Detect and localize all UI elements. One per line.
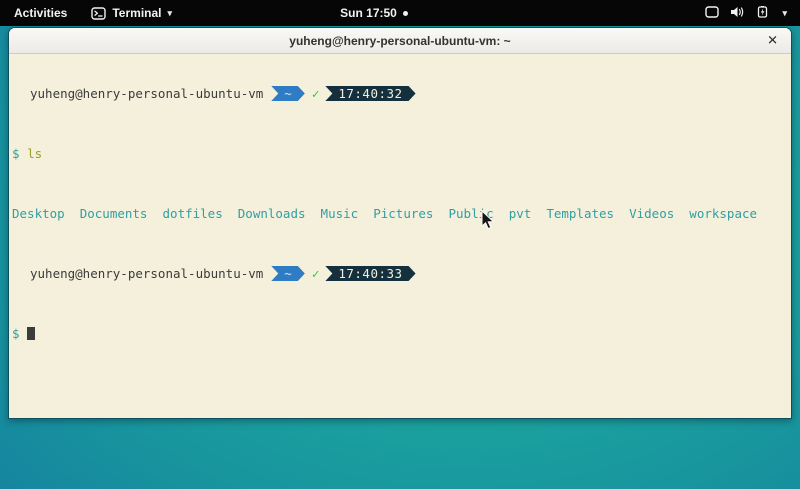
typed-command: ls: [27, 146, 42, 161]
chevron-down-icon: ▾: [782, 9, 787, 18]
app-menu-terminal[interactable]: Terminal ▾: [81, 0, 182, 26]
prompt-time-segment: 17:40:32: [325, 86, 415, 101]
prompt-line: yuheng@henry-personal-ubuntu-vm ~ ✓ 17:4…: [12, 86, 788, 101]
prompt-cwd-segment: ~: [271, 86, 305, 101]
activities-button[interactable]: Activities: [0, 0, 81, 26]
active-command-line: $: [12, 326, 788, 341]
terminal-cursor: [27, 327, 35, 340]
app-menu-label: Terminal: [112, 6, 161, 20]
prompt-symbol: $: [12, 326, 27, 341]
clock-button[interactable]: Sun 17:50: [340, 6, 408, 20]
window-title: yuheng@henry-personal-ubuntu-vm: ~: [289, 34, 510, 48]
ls-output: Desktop Documents dotfiles Downloads Mus…: [12, 206, 788, 221]
prompt-host: yuheng@henry-personal-ubuntu-vm: [30, 266, 263, 281]
display-icon: [705, 6, 719, 21]
battery-charging-icon: [756, 6, 771, 21]
prompt-line: yuheng@henry-personal-ubuntu-vm ~ ✓ 17:4…: [12, 266, 788, 281]
chevron-down-icon: ▾: [167, 9, 172, 18]
prompt-time-segment: 17:40:33: [325, 266, 415, 281]
command-line: $ ls: [12, 146, 788, 161]
top-bar-left: Activities Terminal ▾: [0, 0, 182, 26]
prompt-host: yuheng@henry-personal-ubuntu-vm: [30, 86, 263, 101]
prompt-cwd-segment: ~: [271, 266, 305, 281]
close-icon[interactable]: ✕: [767, 34, 778, 47]
window-titlebar[interactable]: yuheng@henry-personal-ubuntu-vm: ~ ✕: [9, 28, 791, 54]
notification-dot-icon: [403, 11, 408, 16]
top-bar: Activities Terminal ▾ Sun 17:50: [0, 0, 800, 26]
terminal-content[interactable]: yuheng@henry-personal-ubuntu-vm ~ ✓ 17:4…: [9, 54, 791, 373]
clock-label: Sun 17:50: [340, 6, 397, 20]
volume-icon: [730, 6, 745, 21]
prompt-status-check: ✓: [312, 266, 320, 281]
terminal-icon: [91, 7, 106, 20]
terminal-window: yuheng@henry-personal-ubuntu-vm: ~ ✕ yuh…: [8, 27, 792, 419]
system-tray[interactable]: ▾: [692, 0, 800, 26]
prompt-status-check: ✓: [312, 86, 320, 101]
prompt-symbol: $: [12, 146, 27, 161]
